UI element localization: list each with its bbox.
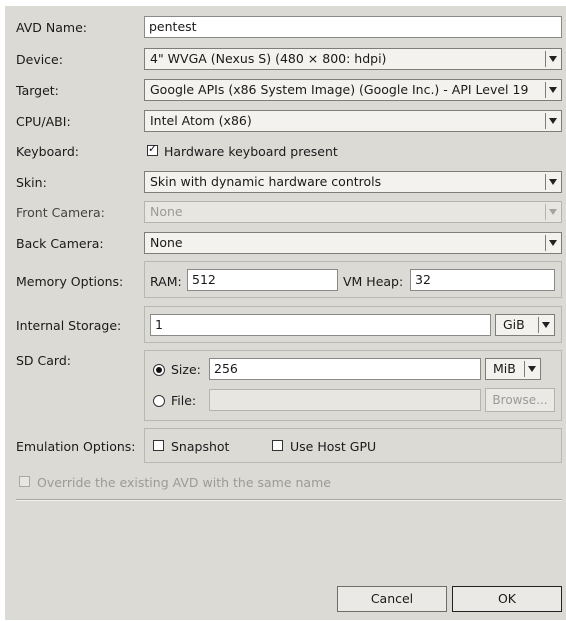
target-value: Google APIs (x86 System Image) (Google I… <box>150 82 529 97</box>
front-camera-select: None <box>144 201 562 223</box>
sd-file-radio[interactable] <box>153 395 165 407</box>
front-camera-value: None <box>150 204 183 219</box>
hardware-keyboard-checkbox[interactable] <box>147 142 158 156</box>
memory-options-label: Memory Options: <box>16 274 124 289</box>
skin-value: Skin with dynamic hardware controls <box>150 174 382 189</box>
override-checkbox <box>19 476 30 487</box>
sd-size-unit-value: MiB <box>493 361 516 376</box>
ram-label: RAM: <box>150 274 182 289</box>
internal-storage-input[interactable]: 1 <box>150 314 491 336</box>
skin-select[interactable]: Skin with dynamic hardware controls <box>144 171 562 193</box>
chevron-down-icon <box>545 82 559 98</box>
target-select[interactable]: Google APIs (x86 System Image) (Google I… <box>144 79 562 101</box>
sd-size-radio[interactable] <box>153 364 165 376</box>
front-camera-label: Front Camera: <box>16 205 105 220</box>
internal-storage-unit-value: GiB <box>503 317 525 332</box>
sd-card-label: SD Card: <box>16 353 71 368</box>
device-value: 4" WVGA (Nexus S) (480 × 800: hdpi) <box>150 51 387 66</box>
sd-file-label: File: <box>171 393 197 408</box>
snapshot-checkbox[interactable] <box>153 440 164 451</box>
snapshot-label: Snapshot <box>171 439 230 454</box>
chevron-down-icon <box>545 51 559 67</box>
sd-size-unit-select[interactable]: MiB <box>485 358 541 380</box>
chevron-down-icon <box>545 113 559 129</box>
use-host-gpu-label: Use Host GPU <box>290 439 377 454</box>
back-camera-label: Back Camera: <box>16 236 104 251</box>
skin-label: Skin: <box>16 175 47 190</box>
cpu-abi-select[interactable]: Intel Atom (x86) <box>144 110 562 132</box>
back-camera-select[interactable]: None <box>144 232 562 254</box>
device-label: Device: <box>16 52 63 67</box>
chevron-down-icon <box>524 361 538 377</box>
emulation-options-label: Emulation Options: <box>16 439 136 454</box>
avd-name-input[interactable]: pentest <box>144 16 562 38</box>
chevron-down-icon <box>545 235 559 251</box>
target-label: Target: <box>16 83 59 98</box>
cpu-abi-label: CPU/ABI: <box>16 114 71 129</box>
create-avd-dialog: AVD Name: pentest Device: 4" WVGA (Nexus… <box>5 6 566 620</box>
chevron-down-icon <box>545 174 559 190</box>
separator <box>16 499 562 501</box>
vm-heap-input[interactable]: 32 <box>410 269 555 291</box>
chevron-down-icon <box>545 204 559 220</box>
chevron-down-icon <box>538 317 552 333</box>
browse-button: Browse... <box>485 388 555 412</box>
ram-input[interactable]: 512 <box>187 269 338 291</box>
cpu-abi-value: Intel Atom (x86) <box>150 113 252 128</box>
internal-storage-label: Internal Storage: <box>16 318 122 333</box>
device-select[interactable]: 4" WVGA (Nexus S) (480 × 800: hdpi) <box>144 48 562 70</box>
override-label: Override the existing AVD with the same … <box>37 475 331 490</box>
avd-name-label: AVD Name: <box>16 20 87 35</box>
vm-heap-label: VM Heap: <box>343 274 404 289</box>
hardware-keyboard-label: Hardware keyboard present <box>164 144 338 159</box>
sd-size-input[interactable]: 256 <box>209 358 481 380</box>
keyboard-label: Keyboard: <box>16 144 79 159</box>
internal-storage-unit-select[interactable]: GiB <box>495 314 555 336</box>
ok-button[interactable]: OK <box>452 586 562 612</box>
back-camera-value: None <box>150 235 183 250</box>
sd-size-label: Size: <box>171 362 201 377</box>
sd-file-input <box>209 389 481 411</box>
cancel-button[interactable]: Cancel <box>337 586 447 612</box>
use-host-gpu-checkbox[interactable] <box>272 440 283 451</box>
